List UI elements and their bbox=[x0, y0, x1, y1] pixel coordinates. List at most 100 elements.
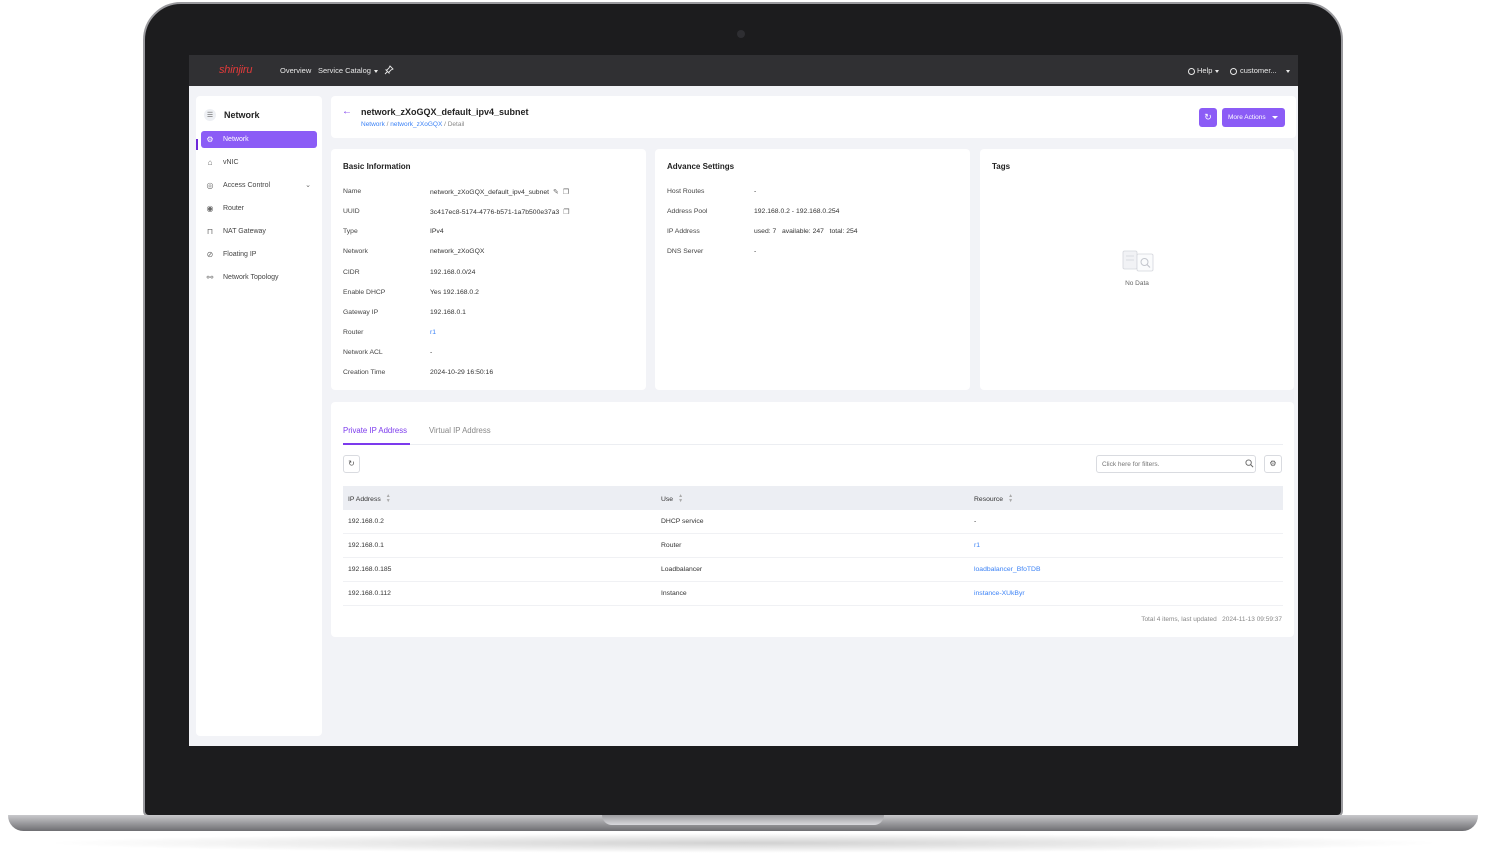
sidebar-item-router[interactable]: ◉ Router bbox=[201, 200, 317, 217]
back-arrow-icon[interactable]: ← bbox=[341, 106, 353, 118]
sidebar-item-label: Router bbox=[223, 205, 245, 212]
info-key: Address Pool bbox=[667, 208, 708, 215]
sidebar-item-network-topology[interactable]: ⚯ Network Topology bbox=[201, 269, 317, 286]
floating-ip-icon: ⊘ bbox=[206, 250, 214, 259]
resource-link[interactable]: loadbalancer_BfoTDB bbox=[974, 566, 1041, 573]
breadcrumb-network-name[interactable]: network_zXoGQX bbox=[390, 121, 442, 128]
info-key: Gateway IP bbox=[343, 309, 379, 316]
card-title: Basic Information bbox=[343, 162, 411, 171]
nav-overview[interactable]: Overview bbox=[280, 66, 311, 75]
empty-data-icon bbox=[1122, 250, 1154, 272]
gear-icon: ⚙ bbox=[206, 135, 214, 144]
info-key: UUID bbox=[343, 208, 360, 215]
sidebar: ☰ Network ⚙ Network ⌂ vNIC ◎ Access Control… bbox=[196, 96, 322, 736]
info-value: - bbox=[754, 248, 757, 255]
info-value: used: 7 available: 247 total: 254 bbox=[754, 228, 858, 235]
tab-divider bbox=[343, 444, 1283, 445]
info-key: Name bbox=[343, 188, 362, 195]
sidebar-item-floating-ip[interactable]: ⊘ Floating IP bbox=[201, 246, 317, 263]
info-value-text: network_zXoGQX_default_ipv4_subnet bbox=[430, 189, 550, 196]
info-row-network: Network network_zXoGQX bbox=[343, 248, 638, 258]
info-key: Enable DHCP bbox=[343, 289, 386, 296]
column-header-label: Use bbox=[661, 495, 674, 503]
edit-icon[interactable]: ✎ bbox=[553, 188, 559, 196]
cell-ip-address: 192.168.0.112 bbox=[348, 590, 391, 597]
info-value: Yes 192.168.0.2 bbox=[430, 289, 479, 296]
refresh-button[interactable]: ↻ bbox=[1199, 108, 1217, 127]
sort-icon[interactable]: ▲ ▼ bbox=[678, 494, 683, 504]
filter-input[interactable] bbox=[1096, 455, 1256, 473]
sidebar-title: Network bbox=[224, 110, 260, 120]
copy-icon[interactable]: ❐ bbox=[563, 208, 569, 216]
tags-card: Tags No Data bbox=[980, 149, 1294, 390]
cell-use: DHCP service bbox=[661, 518, 704, 525]
breadcrumb-detail: Detail bbox=[447, 121, 465, 128]
router-icon: ◉ bbox=[206, 204, 214, 213]
info-key: CIDR bbox=[343, 269, 360, 276]
chevron-down-icon bbox=[1272, 116, 1278, 119]
column-header-resource[interactable]: Resource ▲ ▼ bbox=[974, 494, 1013, 504]
nat-gateway-icon: ⊓ bbox=[206, 227, 214, 236]
card-title: Tags bbox=[992, 162, 1011, 171]
copy-icon[interactable]: ❐ bbox=[563, 188, 569, 196]
empty-data-text: No Data bbox=[1125, 280, 1149, 287]
basic-information-card: Basic Information Name network_zXoGQX_def… bbox=[331, 149, 646, 390]
sidebar-item-network[interactable]: ⚙ Network bbox=[201, 131, 317, 148]
pin-icon[interactable] bbox=[384, 65, 394, 75]
brand-logo[interactable]: shinjiru bbox=[219, 64, 252, 76]
table-header: IP Address ▲ ▼ Use ▲ ▼ Resource ▲ ▼ bbox=[343, 486, 1283, 510]
nav-service-catalog[interactable]: Service Catalog bbox=[318, 66, 378, 75]
search-icon[interactable] bbox=[1245, 459, 1254, 468]
table-settings-button[interactable]: ⚙ bbox=[1264, 455, 1282, 473]
breadcrumb-network[interactable]: Network bbox=[361, 121, 385, 128]
tab-active-indicator bbox=[343, 443, 410, 445]
adv-row-address-pool: Address Pool 192.168.0.2 - 192.168.0.254 bbox=[667, 208, 962, 218]
sidebar-item-label: Access Control bbox=[223, 182, 271, 189]
chevron-down-icon bbox=[1285, 69, 1290, 73]
table-row: 192.168.0.2 DHCP service - bbox=[343, 510, 1283, 534]
cell-use: Loadbalancer bbox=[661, 566, 703, 573]
more-actions-button[interactable]: More Actions bbox=[1222, 108, 1285, 127]
sidebar-item-access-control[interactable]: ◎ Access Control ⌄ bbox=[201, 177, 317, 194]
help-menu[interactable]: Help bbox=[1188, 66, 1220, 75]
tab-virtual-ip-address[interactable]: Virtual IP Address bbox=[429, 426, 491, 435]
ip-address-table-card: Private IP Address Virtual IP Address ↻ … bbox=[331, 402, 1294, 637]
info-row-network-acl: Network ACL - bbox=[343, 349, 638, 359]
info-value: 192.168.0.0/24 bbox=[430, 269, 476, 276]
breadcrumb: Network / network_zXoGQX / Detail bbox=[361, 121, 465, 128]
resource-link[interactable]: r1 bbox=[974, 542, 980, 549]
refresh-icon: ↻ bbox=[1204, 112, 1212, 122]
info-row-creation-time: Creation Time 2024-10-29 16:50:16 bbox=[343, 369, 638, 379]
sidebar-item-vnic[interactable]: ⌂ vNIC bbox=[201, 154, 317, 171]
tab-private-ip-address[interactable]: Private IP Address bbox=[343, 426, 407, 435]
sidebar-item-nat-gateway[interactable]: ⊓ NAT Gateway bbox=[201, 223, 317, 240]
sort-icon[interactable]: ▲ ▼ bbox=[386, 494, 391, 504]
more-actions-label: More Actions bbox=[1228, 114, 1266, 121]
top-bar: shinjiru Overview Service Catalog Help c… bbox=[189, 55, 1298, 86]
column-header-ip-address[interactable]: IP Address ▲ ▼ bbox=[348, 494, 391, 504]
info-value: 192.168.0.1 bbox=[430, 309, 466, 316]
adv-row-dns-server: DNS Server - bbox=[667, 248, 962, 258]
info-key: Network ACL bbox=[343, 349, 383, 356]
info-value: IPv4 bbox=[430, 228, 444, 235]
info-key: IP Address bbox=[667, 228, 700, 235]
sort-icon[interactable]: ▲ ▼ bbox=[1008, 494, 1013, 504]
cell-use: Instance bbox=[661, 590, 687, 597]
active-marker bbox=[196, 139, 198, 150]
router-link[interactable]: r1 bbox=[430, 329, 436, 336]
sidebar-item-label: Network bbox=[223, 136, 249, 143]
card-title: Advance Settings bbox=[667, 162, 735, 171]
info-key: DNS Server bbox=[667, 248, 704, 255]
gear-icon: ⚙ bbox=[1269, 459, 1277, 468]
topology-icon: ⚯ bbox=[206, 273, 214, 282]
menu-icon[interactable]: ☰ bbox=[204, 109, 216, 121]
info-value-text: 3c417ec8-5174-4776-b571-1a7b500e37a3 bbox=[430, 209, 560, 216]
table-refresh-button[interactable]: ↻ bbox=[343, 455, 360, 473]
camera-icon bbox=[737, 30, 745, 38]
adv-row-host-routes: Host Routes - bbox=[667, 188, 962, 198]
user-menu[interactable]: customer... bbox=[1230, 66, 1290, 75]
column-header-label: IP Address bbox=[348, 495, 381, 503]
column-header-use[interactable]: Use ▲ ▼ bbox=[661, 494, 683, 504]
resource-link[interactable]: instance-XUkByr bbox=[974, 590, 1025, 597]
refresh-icon: ↻ bbox=[348, 459, 355, 468]
